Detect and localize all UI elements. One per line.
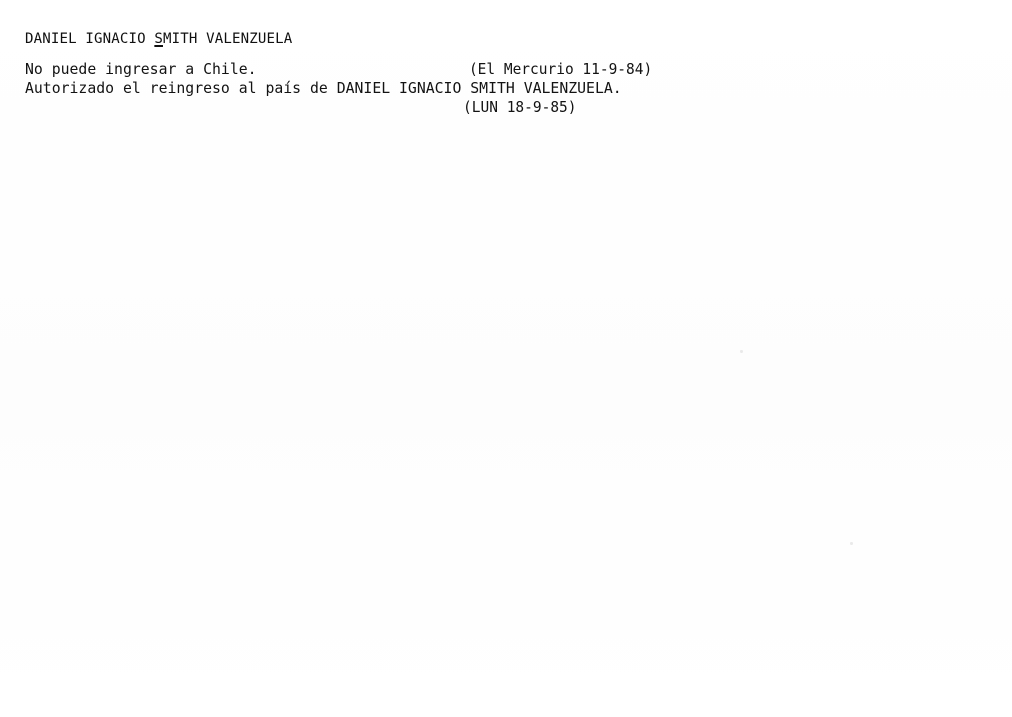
scan-speck-upper-icon: [740, 350, 743, 353]
entry-1-text: No puede ingresar a Chile.: [25, 60, 257, 78]
heading-text-after-underline: MITH VALENZUELA: [162, 30, 293, 47]
scan-speck-lower-icon: [850, 542, 853, 545]
heading-underlined-initial: S: [154, 30, 163, 47]
scanned-page-sheet: DANIEL IGNACIO SMITH VALENZUELA No puede…: [0, 0, 1012, 717]
entry-1-source-citation: (El Mercurio 11-9-84): [468, 60, 653, 78]
entry-2-source-citation: (LUN 18-9-85): [463, 98, 577, 116]
entry-row-1: No puede ingresar a Chile. (El Mercurio …: [25, 60, 966, 79]
heading-text-before-underline: DANIEL IGNACIO: [25, 30, 155, 47]
subject-name-heading: DANIEL IGNACIO SMITH VALENZUELA: [25, 30, 951, 48]
typed-text-block: DANIEL IGNACIO SMITH VALENZUELA No puede…: [25, 30, 985, 117]
entry-row-2-source: (LUN 18-9-85): [25, 98, 966, 117]
entry-2-text: Autorizado el reingreso al país de DANIE…: [25, 79, 622, 97]
